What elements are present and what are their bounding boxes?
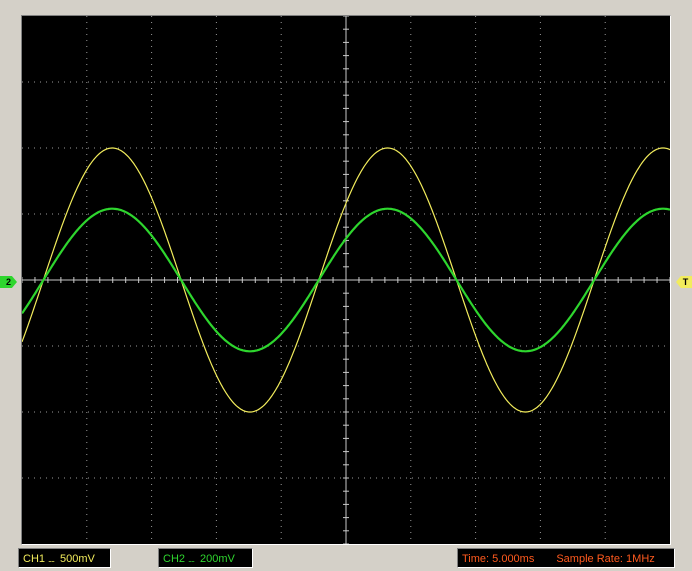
oscilloscope-window: 2 T CH1.... 500mV CH2.... 200mV Time: 5.00… xyxy=(0,0,692,571)
ch2-level-marker[interactable]: 2 xyxy=(0,276,17,288)
trigger-level-marker[interactable]: T xyxy=(676,276,692,288)
ch2-label: CH2 xyxy=(163,553,186,565)
dc-coupling-icon: .... xyxy=(48,554,55,564)
ch2-status: CH2.... 200mV xyxy=(158,548,253,568)
ch1-label: CH1 xyxy=(23,553,46,565)
ch2-marker-label: 2 xyxy=(5,277,11,287)
trigger-marker-label: T xyxy=(682,277,689,287)
status-bar: CH1.... 500mV CH2.... 200mV Time: 5.000ms S… xyxy=(0,548,692,571)
sample-rate-value: Sample Rate: 1MHz xyxy=(556,553,655,565)
scope-display xyxy=(21,15,671,545)
ch1-scale: 500mV xyxy=(60,553,95,565)
waveform-plot xyxy=(22,16,670,544)
ch2-scale: 200mV xyxy=(200,553,235,565)
timebase-value: Time: 5.000ms xyxy=(462,553,535,565)
dc-coupling-icon: .... xyxy=(188,554,195,564)
timebase-status: Time: 5.000ms Sample Rate: 1MHz xyxy=(457,548,675,568)
ch1-status: CH1.... 500mV xyxy=(18,548,111,568)
